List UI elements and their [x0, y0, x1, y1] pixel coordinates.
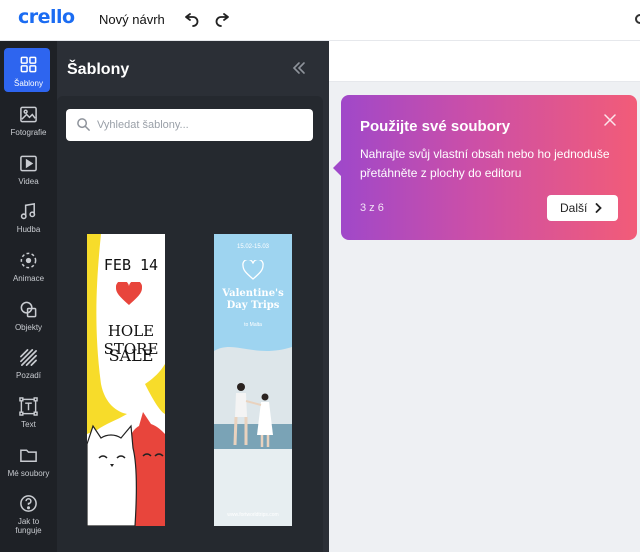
sidebar-item-label: Mé soubory: [7, 469, 50, 478]
sidebar-item-templates[interactable]: Šablony: [0, 43, 57, 92]
collapse-panel-icon[interactable]: [291, 60, 307, 76]
grid-icon: [20, 56, 37, 73]
sidebar-item-background[interactable]: Pozadí: [0, 341, 57, 389]
chevron-right-icon: [595, 203, 602, 213]
template-title: Valentine's Day Trips: [214, 288, 292, 312]
sidebar-item-my-files[interactable]: Mé soubory: [0, 439, 57, 487]
animation-icon: [20, 252, 37, 269]
folder-icon: [20, 449, 37, 462]
next-button-label: Další: [560, 201, 588, 215]
sidebar-item-animation[interactable]: Animace: [0, 244, 57, 292]
tooltip-title: Použijte své soubory: [360, 118, 511, 135]
sidebar-item-label: Fotografie: [10, 128, 47, 137]
sidebar-item-label: Hudba: [16, 225, 41, 234]
sidebar-item-label: Videa: [18, 177, 39, 186]
template-photo: [214, 347, 292, 526]
next-button[interactable]: Další: [547, 195, 618, 221]
account-icon[interactable]: [635, 14, 640, 24]
sidebar-item-label: Animace: [12, 274, 45, 283]
text-icon: [19, 397, 38, 416]
video-icon: [20, 155, 37, 172]
template-url: www.fortworldtrips.com: [227, 512, 279, 518]
sidebar-item-label: Šablony: [14, 79, 43, 88]
top-bar: crello Nový návrh: [0, 0, 640, 41]
template-background-art: [87, 234, 165, 526]
sidebar: Šablony Fotografie Videa Hudba Animace O…: [0, 41, 57, 552]
shapes-icon: [20, 301, 37, 318]
template-subheadline: SALE: [108, 346, 154, 365]
search-input[interactable]: [97, 109, 307, 141]
sidebar-item-objects[interactable]: Objekty: [0, 293, 57, 341]
help-icon: [20, 495, 37, 512]
templates-panel: Šablony FEB 14: [57, 41, 329, 552]
sidebar-item-label: Jak to funguje: [15, 517, 42, 535]
template-title-line-1: Valentine's: [222, 288, 284, 299]
sidebar-item-music[interactable]: Hudba: [0, 195, 57, 243]
template-valentine-trips[interactable]: 15.02-15.03 Valentine's Day Trips to Mal…: [214, 234, 292, 526]
sidebar-item-label: Pozadí: [16, 371, 41, 380]
onboarding-tooltip: Použijte své soubory Nahrajte svůj vlast…: [333, 95, 637, 240]
tooltip-arrow: [333, 160, 341, 176]
new-design-button[interactable]: Nový návrh: [99, 12, 165, 27]
templates-list: FEB 14 HOLE STORE SALE 15.02-15.03 Valen…: [57, 96, 323, 552]
panel-title: Šablony: [67, 61, 130, 78]
template-subtitle: to Malta: [244, 322, 262, 328]
sidebar-item-videos[interactable]: Videa: [0, 147, 57, 195]
redo-icon[interactable]: [213, 10, 233, 30]
template-valentine-sale[interactable]: FEB 14 HOLE STORE SALE: [87, 234, 165, 526]
heart-icon: [116, 282, 142, 305]
tooltip-step-counter: 3 z 6: [360, 202, 384, 214]
music-icon: [20, 203, 36, 220]
crello-logo[interactable]: crello: [18, 6, 75, 28]
template-date-text: FEB 14: [103, 256, 159, 274]
sidebar-item-photos[interactable]: Fotografie: [0, 98, 57, 146]
close-icon[interactable]: [604, 114, 616, 126]
search-icon: [77, 118, 90, 131]
search-box[interactable]: [66, 109, 313, 141]
heart-outline-icon: [242, 260, 264, 280]
undo-icon[interactable]: [181, 10, 201, 30]
canvas-toolbar: [329, 41, 640, 82]
tooltip-body: Nahrajte svůj vlastní obsah nebo ho jedn…: [360, 147, 610, 180]
sidebar-item-label: Objekty: [14, 323, 43, 332]
template-date-text: 15.02-15.03: [236, 244, 270, 250]
sidebar-item-help[interactable]: Jak to funguje: [0, 487, 57, 547]
sidebar-item-label: Text: [21, 420, 36, 429]
template-title-line-2: Day Trips: [226, 300, 280, 311]
background-icon: [20, 349, 37, 366]
sidebar-item-text[interactable]: Text: [0, 390, 57, 438]
image-icon: [20, 106, 37, 123]
